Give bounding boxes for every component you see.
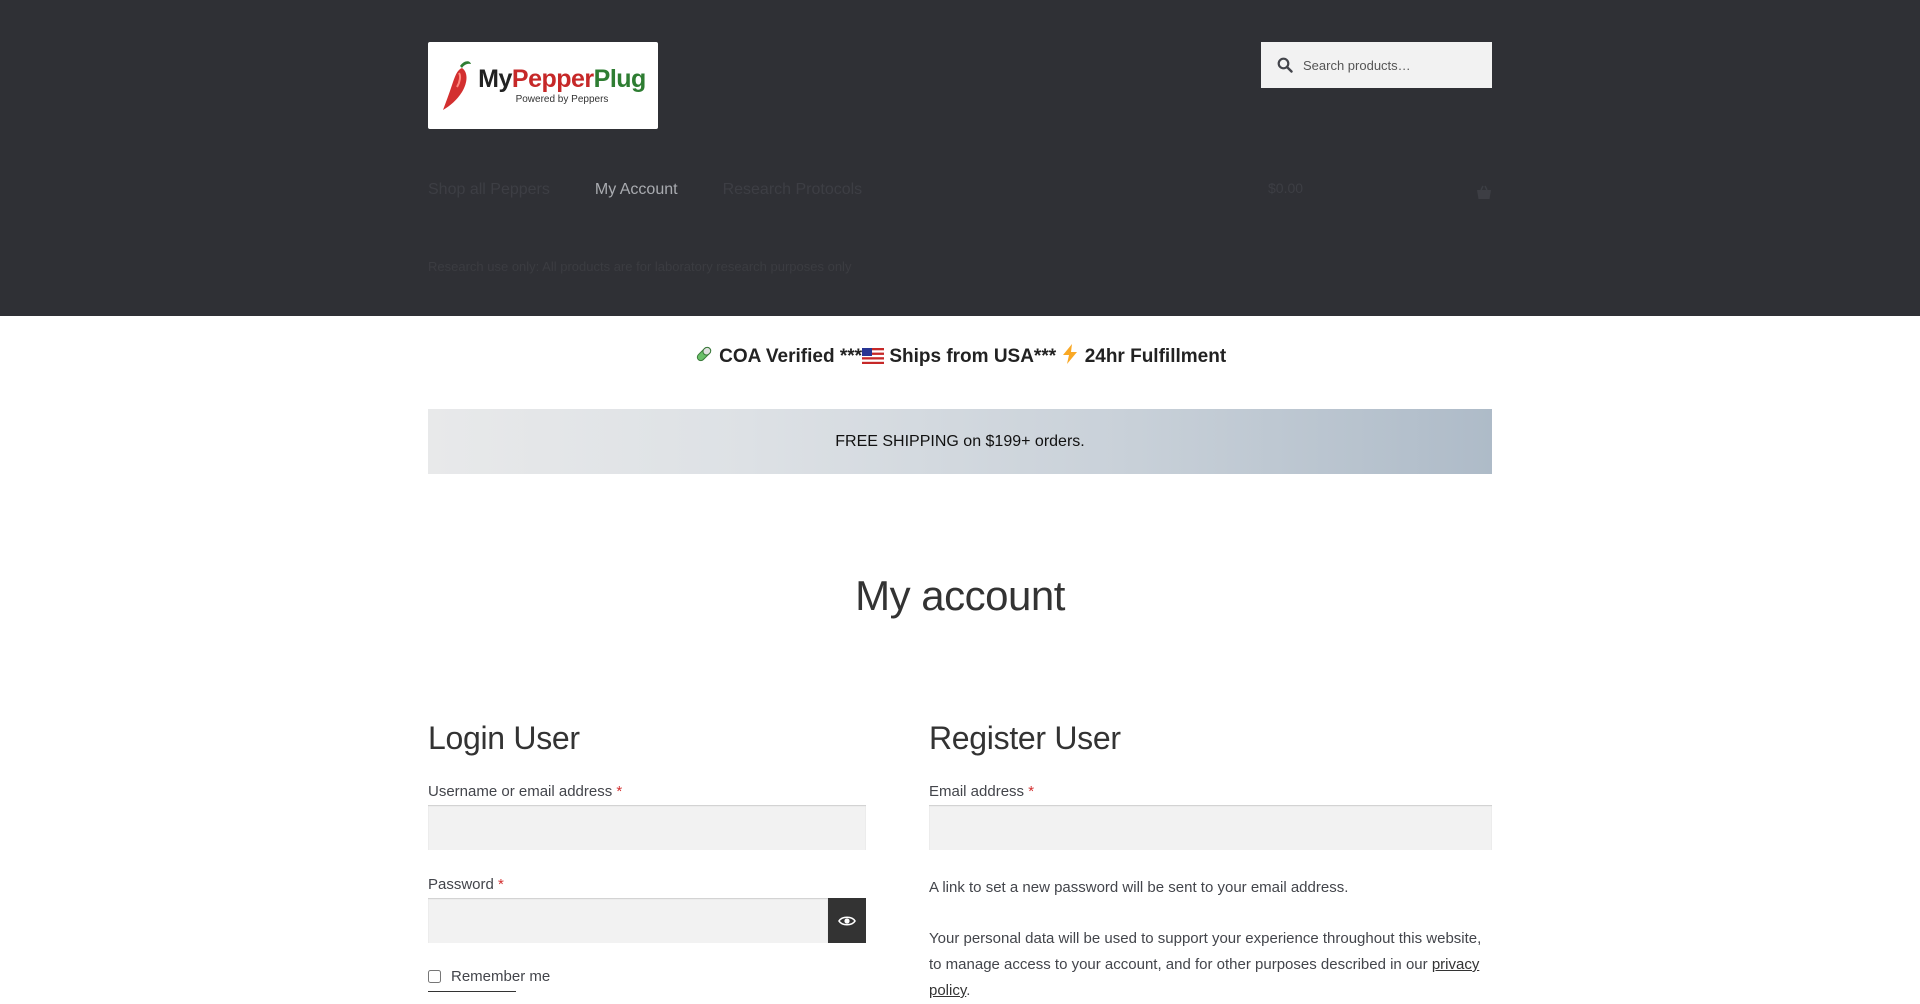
password-input[interactable] xyxy=(428,898,828,943)
password-note: A link to set a new password will be sen… xyxy=(929,879,1349,896)
username-label: Username or email address * xyxy=(428,783,623,800)
remember-me-checkbox[interactable] xyxy=(428,970,441,983)
required-mark: * xyxy=(616,783,623,800)
nav-item-research-protocols[interactable]: Research Protocols xyxy=(723,181,863,199)
site-header: MyPepperPlug Powered by Peppers Shop all… xyxy=(0,0,1920,316)
page-title: My account xyxy=(855,572,1065,619)
username-input[interactable] xyxy=(428,805,866,850)
trust-coa-verified: COA Verified *** xyxy=(719,346,863,367)
nav-item-my-account[interactable]: My Account xyxy=(595,181,678,199)
search-input[interactable] xyxy=(1303,57,1483,73)
eye-icon xyxy=(838,915,856,926)
required-mark: * xyxy=(1028,783,1035,800)
cart-total[interactable]: $0.00 xyxy=(1268,180,1303,196)
banner-text: FREE SHIPPING on $199+ orders. xyxy=(835,432,1085,450)
login-heading: Login User xyxy=(428,720,580,756)
trust-ships-usa: Ships from USA*** xyxy=(889,346,1057,367)
password-row xyxy=(428,898,866,943)
search-icon xyxy=(1277,57,1293,73)
login-form: Login User Username or email address * P… xyxy=(428,720,866,992)
divider xyxy=(428,991,516,992)
logo-subtitle: Powered by Peppers xyxy=(515,94,609,105)
primary-nav: Shop all Peppers My Account Research Pro… xyxy=(428,181,907,199)
nav-item-shop-all[interactable]: Shop all Peppers xyxy=(428,181,550,199)
trust-24hr-fulfillment: 24hr Fulfillment xyxy=(1084,346,1227,367)
basket-icon[interactable] xyxy=(1475,184,1493,202)
lightning-icon xyxy=(1063,344,1078,364)
privacy-notice: Your personal data will be used to suppo… xyxy=(929,930,1482,999)
email-input[interactable] xyxy=(929,805,1492,850)
free-shipping-banner: FREE SHIPPING on $199+ orders. xyxy=(428,409,1492,474)
password-label: Password * xyxy=(428,876,504,893)
pill-icon xyxy=(696,346,712,362)
remember-me[interactable]: Remember me xyxy=(428,968,866,985)
us-flag-icon xyxy=(862,348,885,364)
register-form: Register User Email address * A link to … xyxy=(929,720,1492,1004)
show-password-button[interactable] xyxy=(828,898,866,943)
chili-pepper-icon xyxy=(443,60,472,110)
product-search[interactable] xyxy=(1261,42,1492,88)
email-label: Email address * xyxy=(929,783,1035,800)
secondary-nav-text: Research use only: All products are for … xyxy=(428,259,852,274)
site-logo[interactable]: MyPepperPlug Powered by Peppers xyxy=(428,42,658,129)
logo-title: MyPepperPlug xyxy=(478,65,646,93)
register-heading: Register User xyxy=(929,720,1121,756)
remember-me-label: Remember me xyxy=(451,968,551,985)
trust-bar: COA Verified *** Ships from USA*** 24hr … xyxy=(0,342,1920,372)
required-mark: * xyxy=(498,876,504,893)
